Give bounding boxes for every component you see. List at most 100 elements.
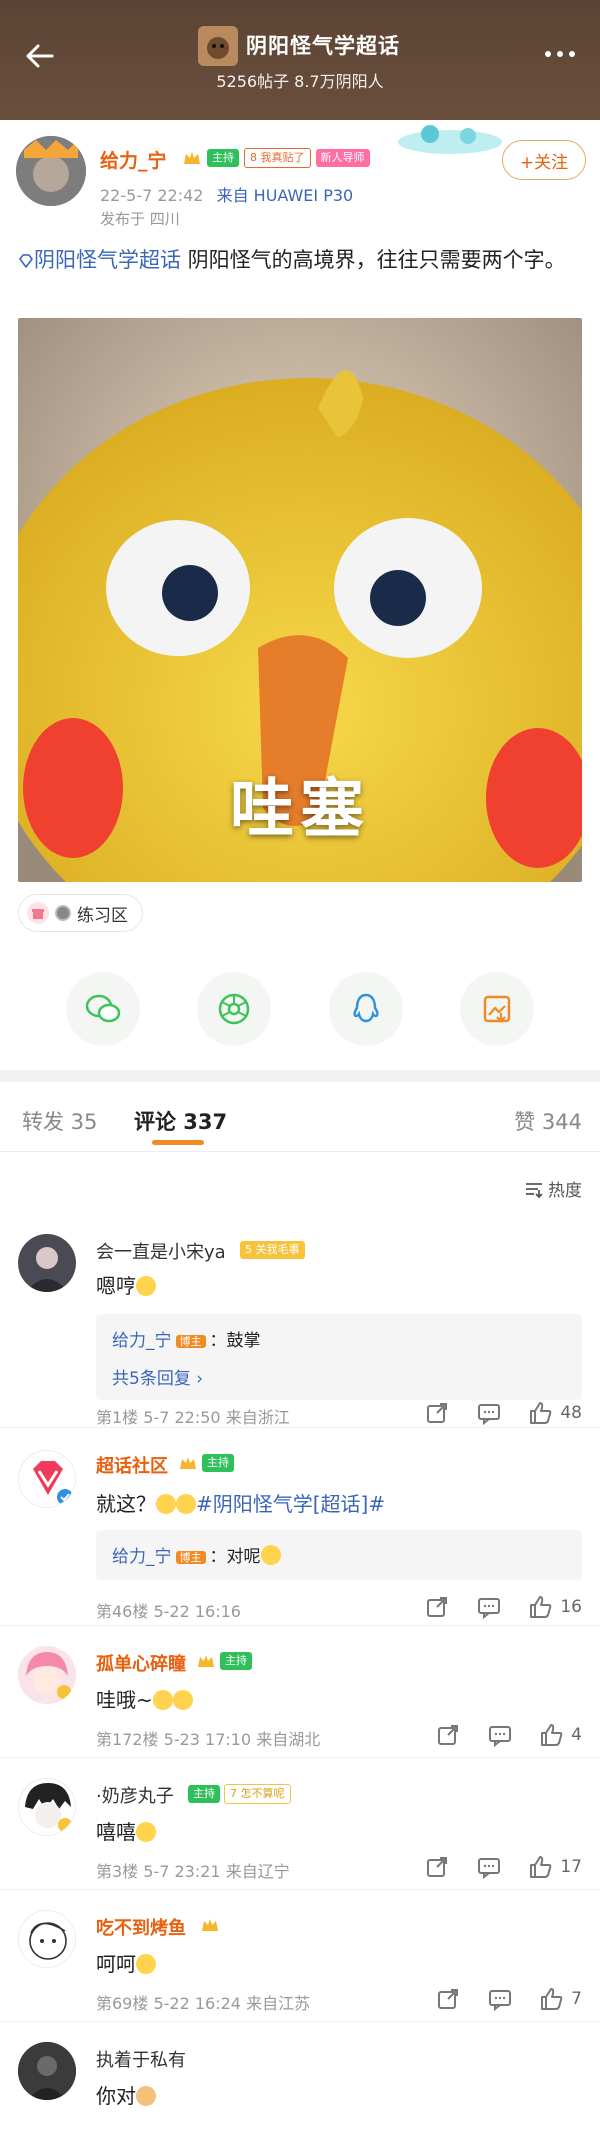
- author-avatar[interactable]: [16, 136, 86, 206]
- moments-share-button[interactable]: [197, 972, 271, 1046]
- commenter-avatar[interactable]: [18, 1450, 76, 1508]
- like-count: 4: [571, 1725, 582, 1745]
- wechat-icon: [85, 994, 121, 1023]
- comment-location: 来自湖北: [256, 1730, 321, 1749]
- sort-label: 热度: [548, 1181, 582, 1201]
- like-button[interactable]: 17: [528, 1854, 582, 1880]
- post-image[interactable]: 哇塞: [18, 318, 582, 882]
- commenter-badges: 主持 7 怎不算呢: [188, 1784, 291, 1804]
- comment-item: 会一直是小宋ya 5 关我毛事 嗯哼 给力_宁 博主 ：鼓掌 共5条回复 › 第1楼…: [0, 1214, 600, 1428]
- comment-meta: 第172楼 5-23 17:10 来自湖北: [96, 1726, 320, 1750]
- comment-meta: 第3楼 5-7 23:21 来自辽宁: [96, 1858, 290, 1882]
- thumbs-up-icon: [530, 1402, 552, 1424]
- post-text: 阴阳怪气的高境界，往往只需要两个字。: [181, 248, 566, 272]
- level-number: 7: [230, 1787, 237, 1800]
- level-number: 5: [245, 1243, 252, 1256]
- level-badge: 8 我真贴了: [244, 148, 311, 168]
- image-caption: 哇塞: [230, 773, 370, 847]
- thumbs-up-icon: [530, 1596, 552, 1618]
- commenter-avatar[interactable]: [18, 1646, 76, 1704]
- comment-text-body: 嗯哼: [96, 1274, 136, 1298]
- comment-text-body: 嘻嘻: [96, 1820, 136, 1844]
- level-text: 关我毛事: [255, 1243, 300, 1256]
- comment-meta: 第1楼 5-7 22:50 来自浙江: [96, 1404, 290, 1428]
- commenter-name[interactable]: 吃不到烤鱼: [96, 1914, 186, 1940]
- comment-icon[interactable]: [476, 1854, 502, 1880]
- reply-text: ：鼓掌: [209, 1331, 261, 1351]
- sort-toggle[interactable]: 热度: [524, 1176, 582, 1201]
- commenter-name[interactable]: ·奶彦丸子: [96, 1782, 174, 1808]
- tag-pill[interactable]: 练习区: [18, 894, 143, 932]
- comment-icon[interactable]: [476, 1400, 502, 1426]
- like-count: 17: [560, 1857, 582, 1877]
- topic-link[interactable]: #阴阳怪气学[超话]#: [196, 1492, 385, 1516]
- comment-icon[interactable]: [487, 1986, 513, 2012]
- tab-repost[interactable]: 转发 35: [22, 1106, 97, 1136]
- decoration-icon: [398, 125, 502, 154]
- post-meta: 22-5-7 22:42 来自 HUAWEI P30: [100, 182, 353, 206]
- post-date: 22-5-7 22:42: [100, 186, 204, 205]
- commenter-badges: 主持: [196, 1652, 252, 1670]
- supertopic-avatar[interactable]: [198, 26, 238, 66]
- more-replies-link[interactable]: 共5条回复 ›: [112, 1364, 203, 1389]
- commenter-avatar[interactable]: [18, 1778, 76, 1836]
- tab-comments[interactable]: 评论 337: [134, 1106, 227, 1136]
- comment-icon[interactable]: [487, 1722, 513, 1748]
- topic-link[interactable]: 阴阳怪气学超话: [18, 248, 181, 272]
- share-icon[interactable]: [424, 1594, 450, 1620]
- commenter-avatar[interactable]: [18, 2042, 76, 2100]
- commenter-name[interactable]: 执着于私有: [96, 2046, 186, 2072]
- share-icon[interactable]: [424, 1400, 450, 1426]
- reply-author[interactable]: 给力_宁: [112, 1331, 172, 1351]
- tab-likes[interactable]: 赞 344: [514, 1106, 582, 1136]
- author-name[interactable]: 给力_宁: [100, 146, 167, 173]
- reply-author[interactable]: 给力_宁: [112, 1547, 172, 1567]
- comment-item: 超话社区 主持 就这？ #阴阳怪气学[超话]# 给力_宁 博主 ：对呢 第46楼 5-…: [0, 1428, 600, 1626]
- follow-button[interactable]: +关注: [502, 140, 586, 180]
- share-icon[interactable]: [435, 1722, 461, 1748]
- reply-line: 给力_宁 博主 ：对呢: [112, 1542, 281, 1567]
- supertopic-title: 阴阳怪气学超话: [246, 34, 400, 58]
- smile-emoji-icon: [176, 1493, 196, 1514]
- reply-preview[interactable]: 给力_宁 博主 ：对呢: [96, 1530, 582, 1580]
- share-row: [0, 972, 600, 1048]
- smirk-emoji-icon: [136, 1953, 156, 1974]
- comment-text-body: 你对: [96, 2084, 136, 2108]
- qq-share-button[interactable]: [329, 972, 403, 1046]
- comment-text: 哇哦~: [96, 1684, 193, 1713]
- comment-location: 来自江苏: [246, 1994, 311, 2013]
- level-badge: 5 关我毛事: [240, 1241, 305, 1259]
- commenter-badges: [200, 1916, 220, 1934]
- section-divider: [0, 1070, 600, 1082]
- commenter-avatar[interactable]: [18, 1234, 76, 1292]
- save-image-button[interactable]: [460, 972, 534, 1046]
- commenter-name[interactable]: 超话社区: [96, 1452, 168, 1478]
- comment-date: 5-22 16:16: [153, 1602, 241, 1621]
- grin-emoji-icon: [136, 1821, 156, 1842]
- comment-icon[interactable]: [476, 1594, 502, 1620]
- commenter-name[interactable]: 会一直是小宋ya: [96, 1238, 226, 1264]
- diamond-icon: [19, 254, 33, 269]
- like-button[interactable]: 4: [539, 1722, 582, 1748]
- post-device[interactable]: HUAWEI P30: [254, 186, 354, 205]
- comment-text: 嗯哼: [96, 1270, 156, 1299]
- comment-item: 吃不到烤鱼 呵呵 第69楼 5-22 16:24 来自江苏 7: [0, 1890, 600, 2022]
- reply-preview[interactable]: 给力_宁 博主 ：鼓掌 共5条回复 ›: [96, 1314, 582, 1400]
- comment-date: 5-7 23:21: [143, 1862, 221, 1881]
- comment-actions: 16: [424, 1594, 582, 1620]
- like-button[interactable]: 48: [528, 1400, 582, 1426]
- commenter-name[interactable]: 孤单心碎瞳: [96, 1650, 186, 1676]
- comment-actions: 4: [435, 1722, 582, 1748]
- like-button[interactable]: 16: [528, 1594, 582, 1620]
- wechat-share-button[interactable]: [66, 972, 140, 1046]
- share-icon[interactable]: [424, 1854, 450, 1880]
- gift-icon: [27, 902, 49, 924]
- commenter-avatar[interactable]: [18, 1910, 76, 1968]
- like-button[interactable]: 7: [539, 1986, 582, 2012]
- comment-date: 5-23 17:10: [163, 1730, 252, 1749]
- share-icon[interactable]: [435, 1986, 461, 2012]
- comment-meta: 第46楼 5-22 16:16: [96, 1598, 241, 1622]
- image-download-icon: [483, 995, 511, 1023]
- comment-item: 孤单心碎瞳 主持 哇哦~ 第172楼 5-23 17:10 来自湖北 4: [0, 1626, 600, 1758]
- more-icon[interactable]: [542, 44, 578, 64]
